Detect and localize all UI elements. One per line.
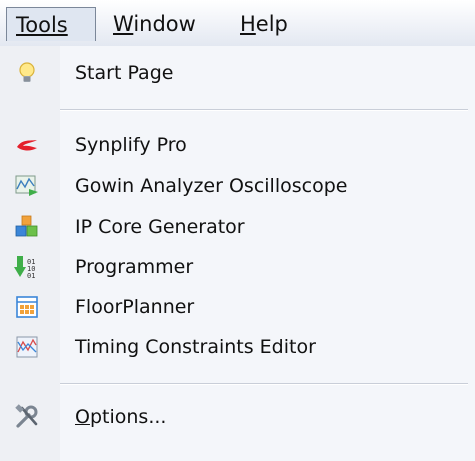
menu-item-ip-core-generator[interactable]: IP Core Generator bbox=[0, 207, 475, 247]
floorplanner-grid-icon bbox=[16, 296, 38, 318]
menu-help[interactable]: Help bbox=[240, 7, 288, 41]
menu-item-floorplanner[interactable]: FloorPlanner bbox=[0, 287, 475, 327]
menu-help-accel: H bbox=[240, 12, 256, 36]
tools-dropdown-menu: Start Page Synplify Pro Gowin Analyzer O… bbox=[0, 46, 475, 461]
menu-item-start-page[interactable]: Start Page bbox=[0, 53, 475, 93]
timing-chart-icon bbox=[16, 336, 38, 358]
menu-item-options[interactable]: Options... bbox=[0, 397, 475, 437]
menu-window-rest: indow bbox=[133, 12, 196, 36]
synplify-logo-icon bbox=[17, 140, 37, 151]
menu-item-programmer-label: Programmer bbox=[75, 256, 194, 278]
menu-help-rest: elp bbox=[255, 12, 288, 36]
ip-core-cubes-icon bbox=[15, 215, 38, 237]
menu-tools-label: Tools bbox=[16, 13, 68, 37]
tools-wrench-icon bbox=[15, 404, 38, 428]
oscilloscope-icon bbox=[15, 175, 38, 196]
menu-item-synplify-pro-label: Synplify Pro bbox=[75, 134, 187, 156]
menu-item-programmer[interactable]: 01 10 01 Programmer bbox=[0, 247, 475, 287]
menu-tools[interactable]: Tools bbox=[6, 7, 96, 41]
menu-item-timing-constraints-editor-label: Timing Constraints Editor bbox=[75, 336, 316, 358]
menu-item-options-label: Options... bbox=[75, 406, 167, 428]
menu-item-floorplanner-label: FloorPlanner bbox=[75, 296, 195, 318]
menu-item-ip-core-generator-label: IP Core Generator bbox=[75, 216, 245, 238]
menu-window[interactable]: Window bbox=[113, 7, 196, 41]
menu-separator bbox=[60, 109, 468, 111]
svg-text:01: 01 bbox=[27, 272, 35, 280]
menu-window-label: Window bbox=[113, 12, 196, 36]
menu-item-start-page-label: Start Page bbox=[75, 62, 174, 84]
menu-item-timing-constraints-editor[interactable]: Timing Constraints Editor bbox=[0, 327, 475, 367]
programmer-download-icon: 01 10 01 bbox=[14, 256, 35, 280]
menu-bar: Tools Window Help bbox=[0, 0, 475, 46]
menu-item-synplify-pro[interactable]: Synplify Pro bbox=[0, 125, 475, 165]
menu-item-gowin-analyzer-oscilloscope-label: Gowin Analyzer Oscilloscope bbox=[75, 175, 348, 197]
menu-separator bbox=[60, 383, 468, 385]
menu-window-accel: W bbox=[113, 12, 134, 36]
menu-item-gowin-analyzer-oscilloscope[interactable]: Gowin Analyzer Oscilloscope bbox=[0, 166, 475, 206]
menu-help-label: Help bbox=[240, 12, 288, 36]
lightbulb-icon bbox=[19, 62, 35, 82]
